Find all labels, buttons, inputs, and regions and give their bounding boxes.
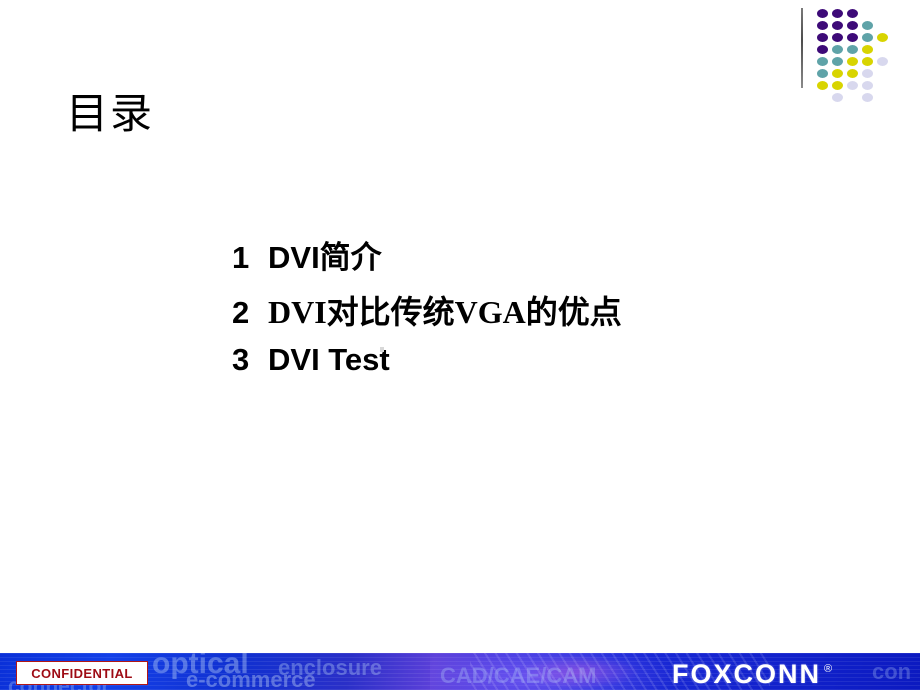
- logo-dot-lavender: [862, 93, 873, 102]
- logo-dot-teal: [862, 21, 873, 30]
- logo-dot-teal: [847, 45, 858, 54]
- logo-dot-yellow: [847, 57, 858, 66]
- logo-dot-yellow: [847, 69, 858, 78]
- logo-dot-yellow: [832, 69, 843, 78]
- page-title: 目录: [66, 90, 155, 137]
- watermark-cad-cae-cam: CAD/CAE/CAM: [440, 663, 597, 688]
- logo-dot-lavender: [832, 93, 843, 102]
- logo-dot-purple: [832, 9, 843, 18]
- agenda-item-1: 1 DVI简介: [232, 232, 872, 287]
- agenda-item-2-number: 2: [232, 295, 250, 330]
- agenda-item-3-label: DVI Test: [268, 342, 390, 377]
- logo-dot-purple: [817, 21, 828, 30]
- watermark-con: con: [872, 659, 912, 684]
- logo-dot-lavender: [877, 57, 888, 66]
- agenda-item-1-label: DVI简介: [268, 240, 382, 275]
- watermark-ecommerce: e-commerce: [186, 667, 316, 690]
- logo-dot-lavender: [862, 81, 873, 90]
- dot-matrix-icon: [817, 9, 917, 105]
- logo-dot-yellow: [877, 33, 888, 42]
- slide-canvas: 目录 1 DVI简介 2 DVI对比传统VGA的优点 3 DVI Test op…: [0, 0, 920, 690]
- logo-dot-teal: [862, 33, 873, 42]
- logo-dot-yellow: [862, 45, 873, 54]
- foxconn-brand-text: FOXCONN: [672, 659, 821, 689]
- logo-dot-teal: [832, 57, 843, 66]
- logo-dot-lavender: [847, 81, 858, 90]
- agenda-list: 1 DVI简介 2 DVI对比传统VGA的优点 3 DVI Test: [232, 232, 872, 397]
- logo-dot-lavender: [862, 69, 873, 78]
- agenda-item-3: 3 DVI Test: [232, 342, 872, 397]
- corporate-logo: [798, 0, 920, 105]
- logo-dot-purple: [847, 9, 858, 18]
- agenda-item-1-number: 1: [232, 240, 250, 275]
- logo-dot-purple: [817, 45, 828, 54]
- logo-dot-yellow: [832, 81, 843, 90]
- logo-dot-teal: [832, 45, 843, 54]
- logo-dot-purple: [847, 33, 858, 42]
- logo-dot-yellow: [817, 81, 828, 90]
- agenda-item-2-label: DVI对比传统VGA的优点: [268, 294, 622, 330]
- logo-dot-purple: [832, 33, 843, 42]
- logo-dot-purple: [832, 21, 843, 30]
- stray-artifact-mark: [380, 347, 384, 352]
- confidential-badge: CONFIDENTIAL: [16, 661, 148, 685]
- foxconn-wordmark: FOXCONN ®: [672, 661, 832, 688]
- logo-dot-teal: [817, 69, 828, 78]
- agenda-item-2: 2 DVI对比传统VGA的优点: [232, 287, 872, 342]
- logo-vertical-rule: [801, 8, 803, 88]
- logo-dot-teal: [817, 57, 828, 66]
- confidential-label: CONFIDENTIAL: [31, 665, 133, 681]
- logo-dot-purple: [817, 9, 828, 18]
- registered-trademark-icon: ®: [824, 663, 833, 675]
- logo-dot-purple: [817, 33, 828, 42]
- logo-dot-purple: [847, 21, 858, 30]
- logo-dot-yellow: [862, 57, 873, 66]
- agenda-item-3-number: 3: [232, 342, 250, 377]
